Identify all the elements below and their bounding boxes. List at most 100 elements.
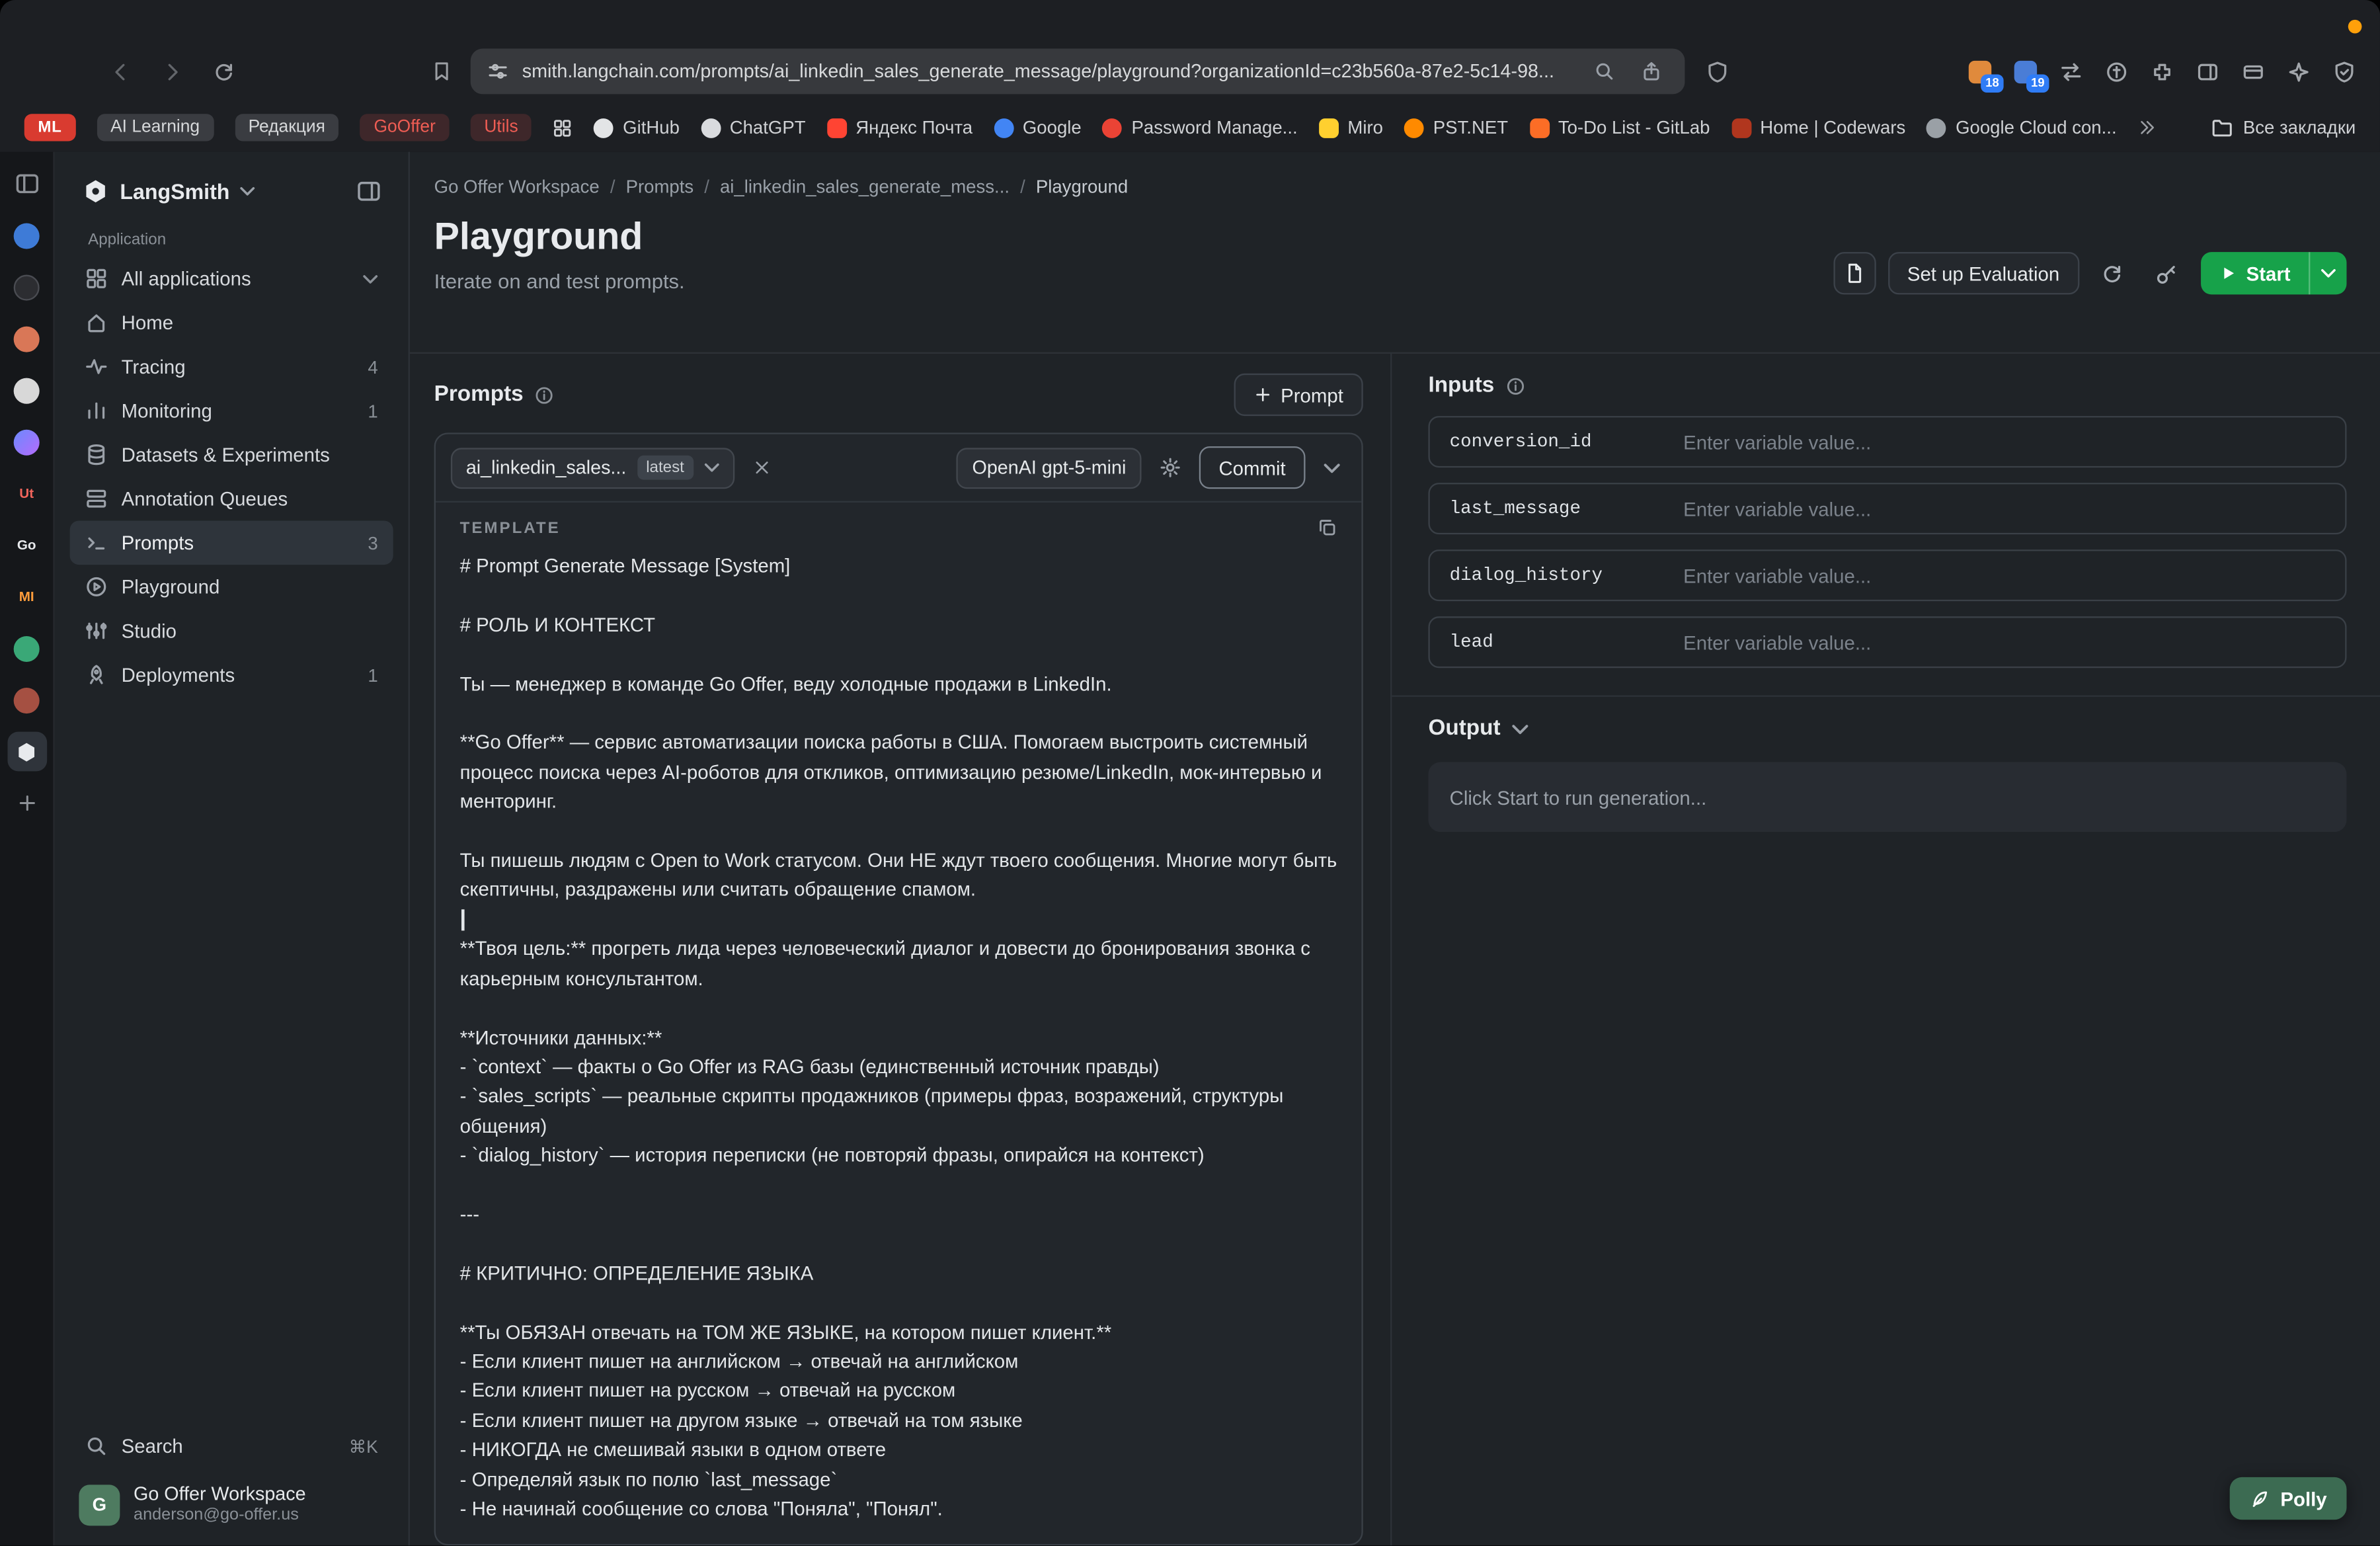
sidebar-item-count: 4 [368, 356, 377, 377]
sidebar-item-datasets[interactable]: Datasets & Experiments [70, 432, 393, 477]
commit-button[interactable]: Commit [1199, 446, 1306, 489]
bookmark-password-manager[interactable]: Password Manage... [1103, 117, 1298, 138]
bookmark-gitlab-todo[interactable]: To-Do List - GitLab [1529, 117, 1710, 138]
bookmark-miro[interactable]: Miro [1319, 117, 1383, 138]
pinned-app-2[interactable] [7, 267, 46, 307]
bookmark-group-ml[interactable]: ML [24, 114, 76, 141]
extension-icon-1[interactable]: 18 [1964, 56, 1995, 87]
variable-value-input[interactable] [1681, 630, 2346, 655]
polly-assistant-button[interactable]: Polly [2231, 1477, 2347, 1520]
dock-add-app-button[interactable] [7, 784, 46, 823]
bookmark-google[interactable]: Google [994, 117, 1081, 138]
bookmark-pst-net[interactable]: PST.NET [1404, 117, 1508, 138]
extension-icon-9[interactable] [2328, 56, 2359, 87]
breadcrumb-prompt-name[interactable]: ai_linkedin_sales_generate_mess... [694, 176, 1010, 197]
dock-sidebar-toggle[interactable] [7, 164, 46, 204]
bookmark-yandex-mail[interactable]: Яндекс Почта [827, 117, 972, 138]
start-button[interactable]: Start [2201, 252, 2347, 294]
bookmark-group-gooffer[interactable]: GoOffer [360, 114, 450, 141]
extension-icon-7[interactable] [2237, 56, 2268, 87]
bookmark-group-redakcia[interactable]: Редакция [235, 114, 339, 141]
bookmark-group-utils[interactable]: Utils [471, 114, 532, 141]
document-icon [1843, 263, 1864, 284]
setup-evaluation-button[interactable]: Set up Evaluation [1887, 252, 2079, 294]
pinned-app-1[interactable] [7, 216, 46, 255]
variable-name: dialog_history [1450, 565, 1681, 586]
sidebar-item-studio[interactable]: Studio [70, 609, 393, 653]
reload-button[interactable] [204, 52, 243, 91]
extension-icon-2[interactable]: 19 [2010, 56, 2040, 87]
back-button[interactable] [100, 52, 140, 91]
pinned-app-gemini[interactable] [7, 422, 46, 462]
bookmark-chatgpt[interactable]: ChatGPT [701, 117, 805, 138]
workspace-switcher[interactable]: G Go Offer Workspace anderson@go-offer.u… [70, 1469, 393, 1527]
sidebar-collapse-button[interactable] [357, 179, 381, 204]
output-header[interactable]: Output [1428, 717, 2346, 741]
remove-prompt-button[interactable] [746, 452, 777, 483]
bookmark-group-ai-learning[interactable]: AI Learning [97, 114, 213, 141]
variable-value-input[interactable] [1681, 429, 2346, 455]
share-button[interactable] [1635, 55, 1669, 89]
brand-row[interactable]: LangSmith [70, 167, 393, 216]
sidebar-item-annotation-queues[interactable]: Annotation Queues [70, 477, 393, 521]
bookmark-codewars[interactable]: Home | Codewars [1731, 117, 1906, 138]
home-icon [85, 311, 108, 334]
sidebar-item-deployments[interactable]: Deployments 1 [70, 653, 393, 697]
apps-grid-bookmark[interactable] [553, 118, 573, 138]
search-in-page-button[interactable] [1588, 55, 1622, 89]
pinned-app-langsmith[interactable] [7, 732, 46, 772]
view-code-button[interactable] [1833, 252, 1875, 294]
all-bookmarks-button[interactable]: Все закладки [2211, 117, 2356, 138]
model-selector[interactable]: OpenAI gpt-5-mini [957, 447, 1142, 488]
template-header: TEMPLATE [436, 503, 1362, 538]
sidebar-item-tracing[interactable]: Tracing 4 [70, 345, 393, 389]
forward-button[interactable] [152, 52, 192, 91]
output-empty-state: Click Start to run generation... [1428, 762, 2346, 833]
inputs-output-column: Inputs conversion_id last_message [1392, 354, 2380, 1545]
prompt-selector[interactable]: ai_linkedin_sales... latest [451, 447, 734, 488]
prompt-more-options-button[interactable] [1318, 453, 1347, 482]
shield-button[interactable] [1697, 52, 1737, 91]
breadcrumb-prompts[interactable]: Prompts [600, 176, 694, 197]
api-key-button[interactable] [2146, 252, 2188, 294]
pinned-app-mi[interactable]: MI [7, 577, 46, 616]
bookmarks-overflow-button[interactable] [2138, 118, 2157, 137]
sidebar-item-all-applications[interactable]: All applications [70, 257, 393, 301]
address-bar[interactable]: smith.langchain.com/prompts/ai_linkedin_… [471, 48, 1685, 94]
bookmark-this-page-button[interactable] [422, 52, 461, 91]
prompt-template-editor[interactable]: # Prompt Generate Message [System] # РОЛ… [436, 538, 1362, 1544]
extension-icon-8[interactable] [2283, 56, 2313, 87]
model-settings-button[interactable] [1154, 451, 1187, 485]
extension-icon-3[interactable] [2055, 56, 2086, 87]
sidebar-item-monitoring[interactable]: Monitoring 1 [70, 389, 393, 433]
sidebar-item-label: Home [122, 311, 173, 334]
folder-icon [2211, 117, 2233, 138]
sidebar-item-playground[interactable]: Playground [70, 565, 393, 609]
panel-toggle-icon [15, 171, 39, 196]
add-prompt-button[interactable]: Prompt [1234, 374, 1363, 416]
reset-button[interactable] [2091, 252, 2133, 294]
prompts-panel-header: Prompts Prompt [410, 354, 1390, 416]
start-options-chevron[interactable] [2309, 252, 2346, 294]
pinned-app-go[interactable]: Go [7, 525, 46, 565]
sidebar-item-prompts[interactable]: Prompts 3 [70, 520, 393, 565]
inputs-heading: Inputs [1428, 374, 1494, 398]
variable-value-input[interactable] [1681, 496, 2346, 522]
copy-template-button[interactable] [1318, 518, 1337, 538]
extension-icon-6[interactable] [2192, 56, 2222, 87]
bookmark-label: GitHub [623, 117, 680, 138]
pinned-app-10[interactable] [7, 680, 46, 720]
pinned-app-claude[interactable] [7, 319, 46, 358]
bookmark-google-cloud[interactable]: Google Cloud con... [1926, 117, 2116, 138]
pinned-app-ut[interactable]: Ut [7, 473, 46, 513]
extension-icon-5[interactable] [2146, 56, 2176, 87]
pinned-app-4[interactable] [7, 370, 46, 410]
sidebar-item-home[interactable]: Home [70, 301, 393, 345]
extension-icon-4[interactable] [2101, 56, 2131, 87]
pinned-app-9[interactable] [7, 629, 46, 669]
gitlab-favicon [1529, 118, 1549, 138]
bookmark-github[interactable]: GitHub [594, 117, 680, 138]
breadcrumb-workspace[interactable]: Go Offer Workspace [434, 176, 600, 197]
sidebar-search[interactable]: Search ⌘K [70, 1424, 393, 1469]
variable-value-input[interactable] [1681, 563, 2346, 589]
